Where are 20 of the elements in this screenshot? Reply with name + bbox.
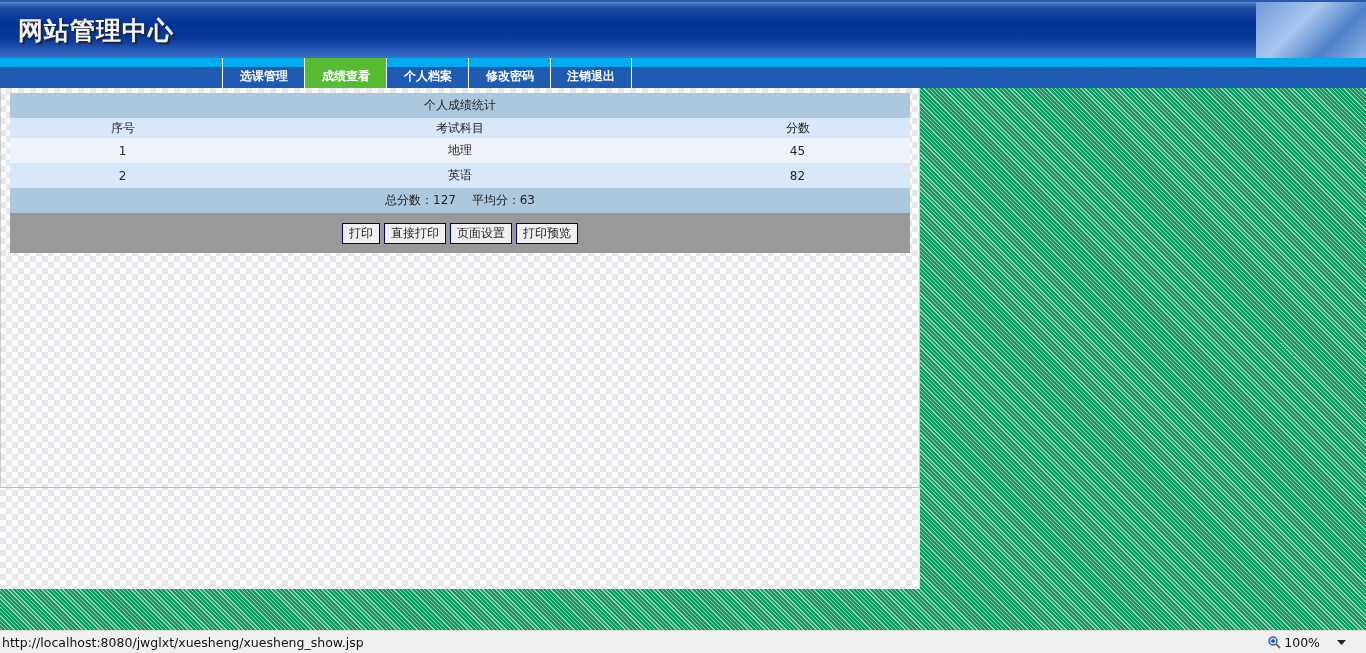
print-button[interactable]: 页面设置 [450, 222, 512, 244]
caret-icon[interactable] [1337, 639, 1346, 645]
table-title: 个人成绩统计 [424, 97, 496, 114]
summary-text: 总分数：127 平均分：63 [385, 192, 535, 209]
table-cell: 英语 [448, 167, 472, 184]
zoom-icon[interactable] [1268, 635, 1282, 649]
column-header: 分数 [785, 119, 810, 137]
status-url: http://localhost:8080/jwglxt/xuesheng/xuesheng_show.jsp [2, 634, 364, 650]
zoom-level[interactable]: 100% [1284, 634, 1320, 650]
column-header: 考试科目 [436, 119, 484, 137]
table-cell: 1 [118, 143, 127, 158]
print-button[interactable]: 打印 [342, 222, 380, 244]
table-cell: 45 [789, 143, 806, 158]
table-cell: 地理 [448, 142, 472, 159]
table-cell: 82 [789, 168, 806, 183]
print-button[interactable]: 直接打印 [384, 222, 446, 244]
column-header: 序号 [110, 119, 135, 137]
print-button[interactable]: 打印预览 [516, 222, 578, 244]
site-title: 网站管理中心 [18, 14, 174, 47]
table-cell: 2 [118, 168, 127, 183]
